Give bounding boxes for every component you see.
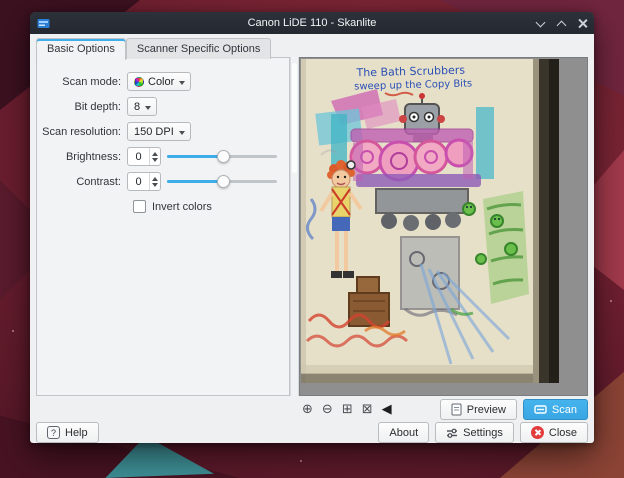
bit-depth-row: Bit depth: 8: [41, 97, 279, 116]
titlebar[interactable]: Canon LiDE 110 - Skanlite: [30, 12, 594, 34]
tab-scanner-specific-options[interactable]: Scanner Specific Options: [126, 38, 272, 59]
contrast-spinbox[interactable]: 0: [127, 172, 161, 191]
skanlite-window: Canon LiDE 110 - Skanlite Basic Options …: [30, 12, 594, 443]
contrast-value: 0: [128, 176, 149, 188]
brightness-value: 0: [128, 151, 149, 163]
splitter-thumb: [292, 63, 297, 173]
preview-button-label: Preview: [467, 404, 506, 416]
help-icon: ?: [47, 426, 60, 439]
contrast-spin-arrows[interactable]: [149, 173, 160, 190]
invert-colors-row: Invert colors: [133, 200, 289, 213]
scanned-image[interactable]: The Bath Scrubbers sweep up the Copy Bit…: [301, 59, 559, 383]
invert-colors-label: Invert colors: [152, 201, 212, 213]
window-content: Basic Options Scanner Specific Options S…: [30, 34, 594, 443]
scan-mode-row: Scan mode: Color: [41, 72, 279, 91]
footer-bar: ? Help About Settings: [36, 422, 588, 443]
help-button-label: Help: [65, 427, 88, 439]
brightness-label: Brightness:: [41, 151, 121, 163]
close-window-icon[interactable]: [578, 19, 587, 28]
options-tabbar: Basic Options Scanner Specific Options: [36, 37, 271, 59]
scan-mode-select[interactable]: Color: [127, 72, 191, 91]
close-button-label: Close: [549, 427, 577, 439]
maximize-icon[interactable]: [557, 19, 566, 28]
preview-button[interactable]: Preview: [440, 399, 517, 420]
contrast-row: Contrast: 0: [41, 172, 279, 191]
about-button[interactable]: About: [378, 422, 429, 443]
resolution-row: Scan resolution: 150 DPI: [41, 122, 279, 141]
spin-up-icon[interactable]: [152, 152, 158, 156]
brightness-slider[interactable]: [167, 148, 279, 165]
background-star: [610, 300, 612, 302]
zoom-fit-icon[interactable]: ⊞: [342, 400, 353, 420]
brightness-spin-arrows[interactable]: [149, 148, 160, 165]
contrast-label: Contrast:: [41, 176, 121, 188]
clear-selection-icon[interactable]: ◀: [382, 400, 392, 420]
resolution-label: Scan resolution:: [41, 126, 121, 138]
close-icon: [531, 426, 544, 439]
bit-depth-select[interactable]: 8: [127, 97, 157, 116]
contrast-slider[interactable]: [167, 173, 279, 190]
spin-up-icon[interactable]: [152, 177, 158, 181]
invert-colors-checkbox[interactable]: [133, 200, 146, 213]
about-button-label: About: [389, 427, 418, 439]
brightness-spinbox[interactable]: 0: [127, 147, 161, 166]
bit-depth-label: Bit depth:: [41, 101, 121, 113]
zoom-in-icon[interactable]: ⊕: [302, 400, 313, 420]
brightness-row: Brightness: 0: [41, 147, 279, 166]
scan-mode-value: Color: [148, 76, 174, 88]
background-star: [300, 460, 302, 462]
close-button[interactable]: Close: [520, 422, 588, 443]
zoom-out-icon[interactable]: ⊖: [322, 400, 333, 420]
scanned-drawing: The Bath Scrubbers sweep up the Copy Bit…: [301, 59, 559, 383]
resolution-select[interactable]: 150 DPI: [127, 122, 191, 141]
scan-mode-label: Scan mode:: [41, 76, 121, 88]
splitter-handle[interactable]: [290, 57, 299, 396]
preview-actions: Preview Scan: [440, 399, 588, 420]
slider-fill: [167, 155, 223, 158]
contrast-slider-handle[interactable]: [217, 175, 230, 188]
scanner-icon: [534, 404, 547, 415]
tab-basic-options[interactable]: Basic Options: [36, 38, 126, 60]
help-button[interactable]: ? Help: [36, 422, 99, 443]
preview-toolbar: ⊕ ⊖ ⊞ ⊠ ◀: [302, 400, 392, 420]
zoom-actual-size-icon[interactable]: ⊠: [362, 400, 373, 420]
window-title: Canon LiDE 110 - Skanlite: [30, 17, 594, 29]
color-wheel-icon: [134, 77, 144, 87]
scan-button-label: Scan: [552, 404, 577, 416]
scan-preview-area[interactable]: The Bath Scrubbers sweep up the Copy Bit…: [299, 57, 588, 396]
brightness-slider-handle[interactable]: [217, 150, 230, 163]
spin-down-icon[interactable]: [152, 158, 158, 162]
settings-button-label: Settings: [463, 427, 503, 439]
spin-down-icon[interactable]: [152, 183, 158, 187]
resolution-value: 150 DPI: [134, 126, 174, 138]
scan-button[interactable]: Scan: [523, 399, 588, 420]
background-star: [12, 330, 14, 332]
minimize-icon[interactable]: [536, 19, 545, 28]
settings-button[interactable]: Settings: [435, 422, 514, 443]
slider-fill: [167, 180, 223, 183]
preview-page-icon: [451, 403, 462, 416]
bit-depth-value: 8: [134, 101, 140, 113]
basic-options-panel: Scan mode: Color Bit depth: 8 Scan resol…: [36, 57, 290, 396]
settings-sliders-icon: [446, 427, 458, 439]
app-icon: [37, 17, 50, 30]
